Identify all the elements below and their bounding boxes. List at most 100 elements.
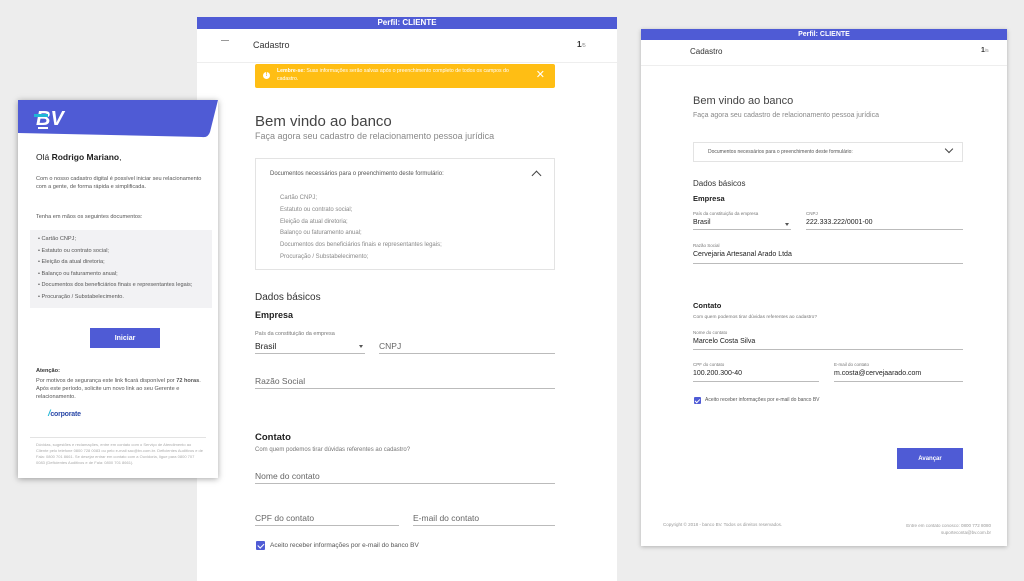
bv-logo-icon: BV	[34, 108, 65, 130]
list-item: • Procuração / Substabelecimento.	[38, 293, 124, 300]
contact-email-link[interactable]: suporteconta@bv.com.br	[906, 529, 991, 536]
email-consent-checkbox[interactable]	[256, 541, 265, 550]
contact-question: Com quem podemos tirar dúvidas referente…	[255, 447, 411, 453]
attention-hours: 72 horas	[176, 378, 200, 384]
country-value: Brasil	[693, 219, 711, 226]
list-item: • Eleição da atual diretoria;	[38, 259, 105, 265]
list-item: Balanço ou faturamento anual;	[280, 230, 362, 237]
cnpj-value: 222.333.222/0001-00	[806, 219, 873, 226]
country-label: País da constituição da empresa	[255, 331, 335, 337]
razao-social-label: Razão Social	[693, 243, 720, 248]
contact-name-input[interactable]: Nome do contato	[255, 460, 555, 484]
cnpj-label: CNPJ	[806, 211, 818, 216]
country-select[interactable]: País da constituição da empresa Brasil	[693, 211, 791, 230]
cpf-placeholder: CPF do contato	[255, 513, 315, 523]
corporate-logo-text: corporate	[50, 411, 81, 418]
logo-text: BV	[36, 108, 65, 130]
list-item: • Documentos dos beneficiários finais e …	[38, 282, 193, 288]
section-contact: Contato	[255, 432, 291, 443]
razao-social-input[interactable]: Razão Social	[255, 365, 555, 389]
cnpj-placeholder: CNPJ	[379, 341, 402, 351]
section-contact: Contato	[693, 301, 722, 310]
welcome-subtitle: Faça agora seu cadastro de relacionament…	[255, 131, 495, 141]
list-item: Procuração / Substabelecimento;	[280, 253, 369, 260]
header-title: Cadastro	[253, 40, 290, 50]
invitation-email: BV Olá Rodrigo Mariano, Com o nosso cada…	[18, 100, 218, 478]
list-item: • Cartão CNPJ;	[38, 236, 77, 242]
country-select[interactable]: País da constituição da empresa Brasil	[255, 330, 365, 354]
accordion-title: Documentos necessários para o preenchime…	[270, 171, 444, 177]
corporate-logo: /corporate	[48, 408, 81, 418]
registration-form-empty: Perfil: CLIENTE Cadastro 1/5 ! Lembre-se…	[197, 17, 617, 581]
list-item: Documentos dos beneficiários finais e re…	[280, 242, 442, 249]
recipient-name: Rodrigo Mariano	[51, 152, 120, 162]
email-greeting: Olá Rodrigo Mariano,	[36, 152, 122, 162]
welcome-title: Bem vindo ao banco	[693, 95, 794, 107]
cnpj-input[interactable]: CNPJ 222.333.222/0001-00	[806, 211, 963, 230]
greeting-prefix: Olá	[36, 152, 52, 162]
contact-footer: Entre em contato conosco: 0800 772 8080 …	[906, 522, 991, 536]
list-item: • Balanço ou faturamento anual;	[38, 270, 118, 277]
chevron-down-icon[interactable]	[944, 144, 954, 154]
razao-social-input[interactable]: Razão Social Cervejaria Artesanal Arado …	[693, 242, 963, 264]
close-icon[interactable]: ✕	[536, 69, 545, 81]
section-basic-data: Dados básicos	[255, 292, 321, 303]
section-basic-data: Dados básicos	[693, 179, 746, 188]
contact-name-placeholder: Nome do contato	[255, 471, 320, 481]
contact-question: Com quem podemos tirar dúvidas referente…	[693, 315, 817, 320]
attention-title: Atenção:	[36, 368, 60, 374]
razao-social-value: Cervejaria Artesanal Arado Ltda	[693, 251, 792, 258]
documents-accordion[interactable]: Documentos necessários para o preenchime…	[255, 158, 555, 270]
copyright-footer: Copyright © 2018 - banco BV. Todos os di…	[663, 522, 783, 527]
caret-down-icon	[359, 345, 363, 348]
cpf-input[interactable]: CPF do contato	[255, 502, 399, 526]
contact-name-label: Nome do contato	[693, 330, 728, 335]
chevron-up-icon[interactable]	[531, 170, 542, 181]
list-item: Cartão CNPJ;	[280, 195, 318, 201]
email-consent-label: Aceito receber informações por e-mail do…	[270, 542, 419, 549]
cpf-input[interactable]: CPF do contato 100.200.300-40	[693, 361, 819, 382]
cnpj-input[interactable]: CNPJ	[379, 330, 555, 354]
welcome-title: Bem vindo ao banco	[255, 113, 392, 130]
list-item: • Estatuto ou contrato social;	[38, 247, 109, 254]
cpf-value: 100.200.300-40	[693, 370, 743, 377]
back-icon[interactable]	[221, 40, 229, 41]
attention-text: Por motivos de segurança este link ficar…	[36, 377, 204, 401]
email-label: E-mail do contato	[834, 362, 870, 367]
greeting-suffix: ,	[119, 152, 122, 162]
email-docs-intro: Tenha em mãos os seguintes documentos:	[36, 214, 143, 220]
section-company: Empresa	[693, 194, 725, 203]
accordion-title: Documentos necessários para o preenchime…	[708, 149, 853, 155]
contact-name-input[interactable]: Nome do contato Marcelo Costa Silva	[693, 329, 963, 350]
registration-form-filled: Perfil: CLIENTE Cadastro 1/5 Bem vindo a…	[641, 29, 1007, 546]
email-input[interactable]: E-mail do contato m.costa@cervejaarado.c…	[834, 361, 963, 382]
caret-down-icon	[785, 223, 789, 226]
next-button[interactable]: Avançar	[897, 448, 963, 469]
section-company: Empresa	[255, 310, 294, 320]
warning-icon: !	[263, 72, 270, 79]
razao-social-placeholder: Razão Social	[255, 376, 306, 386]
form-header: Cadastro 1/5	[641, 40, 1007, 66]
documents-accordion[interactable]: Documentos necessários para o preenchime…	[693, 142, 963, 162]
email-consent-label: Aceito receber informações por e-mail do…	[705, 397, 820, 403]
attention-prefix: Por motivos de segurança este link ficar…	[36, 378, 177, 384]
step-total: /5	[581, 43, 586, 49]
profile-bar: Perfil: CLIENTE	[197, 17, 617, 29]
email-input[interactable]: E-mail do contato	[413, 502, 555, 526]
email-placeholder: E-mail do contato	[413, 513, 480, 523]
step-total: /5	[984, 48, 989, 53]
contact-name-value: Marcelo Costa Silva	[693, 338, 756, 345]
documents-list: Cartão CNPJ; Estatuto ou contrato social…	[280, 193, 442, 264]
email-footer: Dúvidas, sugestões e reclamações, entre …	[36, 442, 203, 465]
email-consent-checkbox[interactable]	[694, 397, 701, 404]
cpf-label: CPF do contato	[693, 362, 725, 367]
email-divider	[30, 437, 206, 438]
email-docs-list: • Cartão CNPJ; • Estatuto ou contrato so…	[30, 230, 212, 308]
start-button[interactable]: Iniciar	[90, 328, 160, 348]
step-indicator: 1/5	[577, 40, 586, 49]
country-label: País da constituição da empresa	[693, 211, 759, 216]
form-header: Cadastro 1/5	[197, 29, 617, 63]
email-intro: Com o nosso cadastro digital é possível …	[36, 176, 202, 190]
save-reminder-alert: ! Lembre-se: Suas informações serão salv…	[255, 64, 555, 88]
contact-phone: Entre em contato conosco: 0800 772 8080	[906, 523, 991, 528]
